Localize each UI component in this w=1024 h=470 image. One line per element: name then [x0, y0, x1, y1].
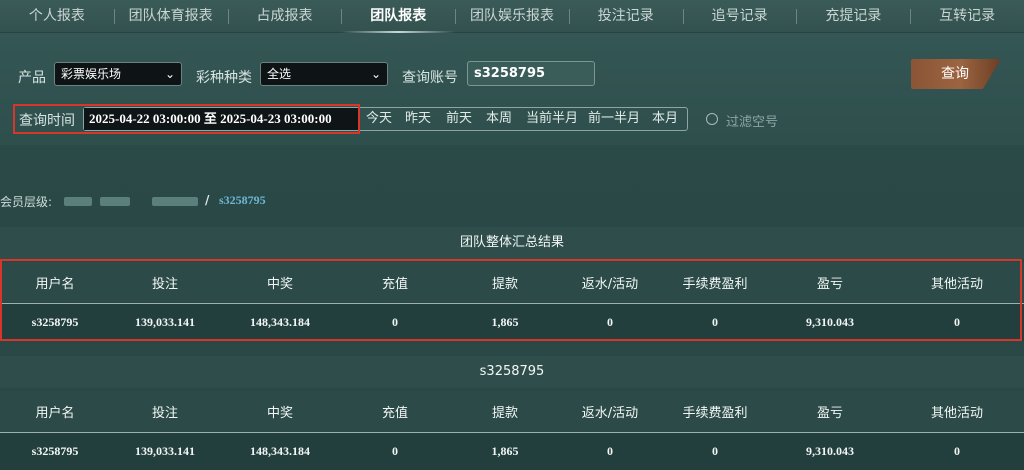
detail-title: s3258795 [0, 356, 1024, 388]
cell-bet: 139,033.141 [135, 444, 195, 458]
tab-share-report[interactable]: 占成报表 [227, 0, 342, 33]
col-withdraw: 提款 [491, 405, 518, 421]
product-select-value: 彩票娱乐场 [61, 67, 122, 81]
masked-level-1 [64, 197, 92, 206]
cell-withdraw: 1,865 [491, 444, 519, 458]
col-rebate: 返水/活动 [581, 405, 639, 421]
filter-empty-radio[interactable] [706, 113, 718, 125]
col-win: 中奖 [266, 405, 293, 421]
highlight-query-time [13, 104, 360, 134]
detail-header-row: 用户名 投注 中奖 充值 提款 返水/活动 手续费盈利 盈亏 其他活动 [0, 391, 1024, 431]
tab-deposit-withdraw-records[interactable]: 充提记录 [796, 0, 910, 33]
cell-rebate: 0 [607, 444, 613, 458]
quick-range-this-month[interactable]: 本月 [652, 108, 678, 130]
chevron-down-icon: ⌄ [164, 67, 175, 81]
product-label: 产品 [18, 70, 46, 86]
cell-other-activity: 0 [954, 444, 960, 458]
cell-profit-loss: 9,310.043 [806, 444, 854, 458]
cell-deposit: 0 [392, 444, 398, 458]
filter-empty-label: 过滤空号 [726, 115, 779, 130]
masked-level-3 [152, 197, 198, 206]
account-input[interactable]: s3258795 [467, 61, 595, 86]
tab-transfer-records[interactable]: 互转记录 [910, 0, 1024, 33]
col-fee-profit: 手续费盈利 [682, 405, 748, 421]
category-select-value: 全选 [267, 67, 292, 81]
breadcrumb: 会员层级: / s3258795 [0, 193, 266, 209]
query-button[interactable]: 查询 [911, 59, 1001, 89]
tab-personal-report[interactable]: 个人报表 [0, 0, 114, 33]
breadcrumb-current-account[interactable]: s3258795 [219, 193, 266, 208]
product-select[interactable]: 彩票娱乐场 ⌄ [54, 62, 182, 86]
quick-range-this-week[interactable]: 本周 [486, 108, 512, 130]
filter-panel: 产品 彩票娱乐场 ⌄ 彩种种类 全选 ⌄ 查询账号 s3258795 查询 查询… [0, 33, 1024, 145]
member-level-label: 会员层级: [0, 195, 53, 209]
highlight-summary-table [0, 259, 1022, 341]
col-bet: 投注 [151, 405, 178, 421]
col-profit-loss: 盈亏 [816, 405, 843, 421]
col-username: 用户名 [35, 405, 75, 421]
quick-range-yesterday[interactable]: 昨天 [405, 108, 431, 130]
report-tabs: 个人报表 团队体育报表 占成报表 团队报表 团队娱乐报表 投注记录 追号记录 充… [0, 0, 1024, 33]
category-select[interactable]: 全选 ⌄ [260, 62, 388, 86]
summary-title: 团队整体汇总结果 [0, 227, 1024, 259]
col-other-activity: 其他活动 [930, 405, 983, 421]
cell-fee-profit: 0 [712, 444, 718, 458]
account-label: 查询账号 [402, 70, 458, 86]
tab-team-entertainment-report[interactable]: 团队娱乐报表 [455, 0, 569, 33]
quick-range-day-before[interactable]: 前天 [446, 108, 472, 130]
quick-range-today[interactable]: 今天 [366, 108, 392, 130]
quick-range-current-half-month[interactable]: 当前半月 [526, 108, 578, 130]
col-deposit: 充值 [381, 405, 408, 421]
cell-username[interactable]: s3258795 [0, 444, 110, 459]
category-label: 彩种种类 [196, 70, 252, 86]
detail-data-row: s3258795 139,033.141 148,343.184 0 1,865… [0, 432, 1024, 470]
tab-team-sports-report[interactable]: 团队体育报表 [113, 0, 228, 33]
quick-range-previous-half-month[interactable]: 前一半月 [588, 108, 640, 130]
breadcrumb-separator: / [205, 193, 210, 207]
masked-level-2 [100, 197, 130, 206]
cell-win: 148,343.184 [250, 444, 310, 458]
chevron-down-icon: ⌄ [370, 67, 381, 81]
tab-bet-records[interactable]: 投注记录 [568, 0, 683, 33]
tab-team-report[interactable]: 团队报表 [341, 0, 455, 33]
tab-chase-records[interactable]: 追号记录 [682, 0, 797, 33]
